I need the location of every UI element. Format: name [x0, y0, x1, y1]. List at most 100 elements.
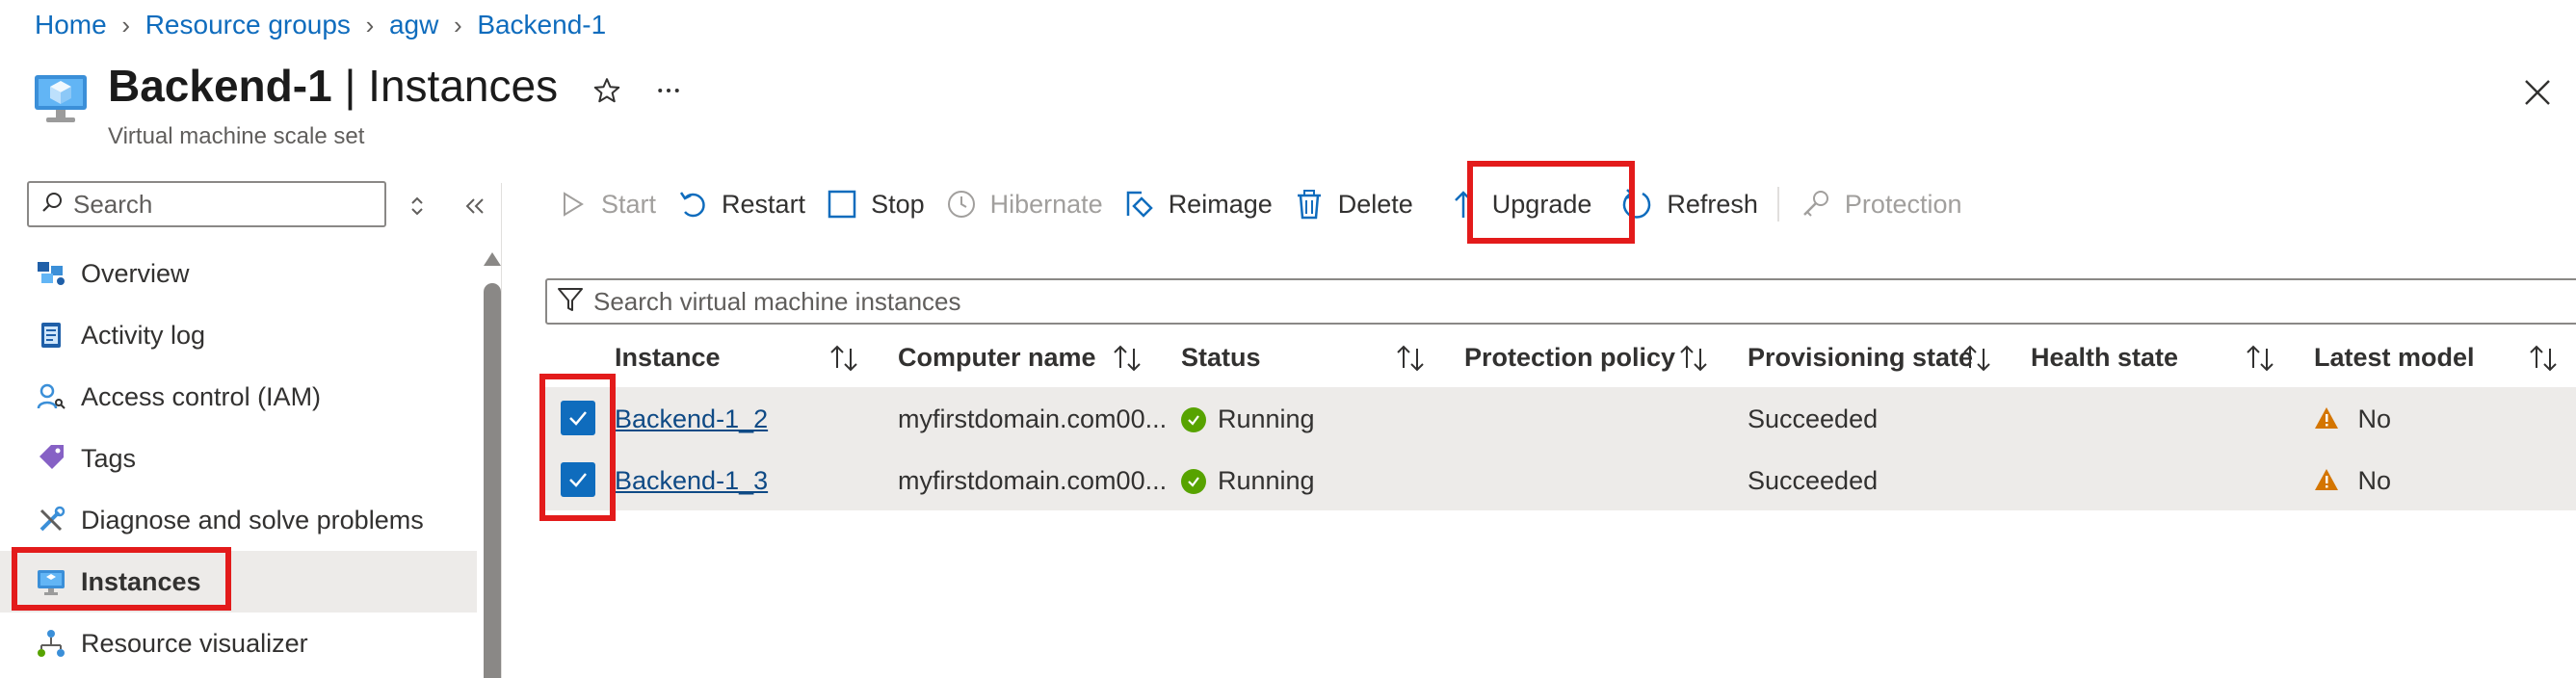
sidebar-search-input[interactable] [73, 189, 381, 220]
restart-button[interactable]: Restart [666, 177, 815, 231]
sidebar-item-instances[interactable]: Instances [0, 551, 477, 613]
sort-icon[interactable] [2243, 341, 2277, 376]
sort-icon[interactable] [1959, 341, 1994, 376]
close-icon[interactable] [2518, 73, 2557, 112]
scroll-up-icon[interactable] [484, 252, 501, 266]
delete-button[interactable]: Delete [1282, 177, 1423, 231]
sidebar-item-resource-visualizer[interactable]: Resource visualizer [0, 613, 477, 674]
sidebar-item-diagnose[interactable]: Diagnose and solve problems [0, 489, 477, 551]
provisioning-state-cell: Succeeded [1748, 404, 1879, 433]
wrench-icon [35, 504, 67, 536]
breadcrumb-resource-groups[interactable]: Resource groups [145, 10, 351, 40]
sidebar-search[interactable] [27, 181, 386, 227]
refresh-button[interactable]: Refresh [1611, 177, 1768, 231]
latest-model-text: No [2357, 466, 2392, 495]
star-icon[interactable] [590, 73, 624, 108]
sidebar-item-label: Diagnose and solve problems [81, 505, 424, 535]
clock-icon [944, 187, 979, 222]
column-header-status[interactable]: Status [1181, 343, 1261, 373]
breadcrumb-agw[interactable]: agw [389, 10, 438, 40]
status-text: Running [1218, 466, 1315, 495]
checkmark-icon [569, 473, 587, 487]
filter-icon [557, 286, 584, 318]
sidebar-item-label: Resource visualizer [81, 628, 308, 658]
start-button[interactable]: Start [545, 177, 666, 231]
monitor-icon [35, 565, 67, 598]
sidebar-item-tags[interactable]: Tags [0, 428, 477, 489]
provisioning-state-cell: Succeeded [1748, 466, 1879, 495]
hibernate-button[interactable]: Hibernate [934, 177, 1113, 231]
sidebar-item-label: Overview [81, 258, 190, 288]
instance-search-input[interactable] [593, 286, 2424, 317]
instances-table: Instance Computer name Status Protection… [545, 329, 2576, 510]
sidebar-item-activity-log[interactable]: Activity log [0, 304, 477, 366]
sort-icon[interactable] [1676, 341, 1711, 376]
checkmark-icon [569, 411, 587, 426]
column-header-health-state[interactable]: Health state [2031, 343, 2178, 373]
sort-icon[interactable] [2526, 341, 2561, 376]
status-cell: Running [1181, 466, 1315, 496]
instance-link[interactable]: Backend-1_2 [615, 404, 768, 434]
warning-icon [2315, 407, 2338, 429]
key-icon [1799, 187, 1833, 222]
upgrade-button[interactable]: Upgrade [1436, 177, 1602, 231]
protection-button[interactable]: Protection [1789, 177, 1972, 231]
column-header-computer-name[interactable]: Computer name [898, 343, 1096, 373]
sidebar-divider [501, 183, 502, 678]
latest-model-cell: No [2314, 404, 2391, 434]
delete-label: Delete [1337, 189, 1413, 219]
column-header-protection-policy[interactable]: Protection policy [1464, 343, 1675, 373]
tag-icon [35, 442, 67, 475]
instance-link[interactable]: Backend-1_3 [615, 466, 768, 496]
table-row[interactable]: Backend-1_3 myfirstdomain.com00... Runni… [545, 449, 2576, 510]
restart-icon [675, 187, 710, 222]
stop-button[interactable]: Stop [815, 177, 934, 231]
sort-icon[interactable] [1110, 341, 1144, 376]
sidebar-item-iam[interactable]: Access control (IAM) [0, 366, 477, 428]
resource-name: Backend-1 [108, 61, 332, 111]
column-header-provisioning-state[interactable]: Provisioning state [1748, 343, 1973, 373]
table-header: Instance Computer name Status Protection… [545, 329, 2576, 387]
success-check-icon [1181, 468, 1206, 494]
sidebar-scrollbar[interactable] [484, 283, 501, 678]
column-header-latest-model[interactable]: Latest model [2314, 343, 2475, 373]
page-title: Backend-1 | Instances [108, 60, 558, 112]
table-row[interactable]: Backend-1_2 myfirstdomain.com00... Runni… [545, 387, 2576, 449]
status-cell: Running [1181, 404, 1315, 434]
sort-icon[interactable] [827, 341, 861, 376]
search-icon [40, 191, 64, 219]
row-checkbox[interactable] [561, 462, 595, 497]
chevron-right-icon: › [453, 10, 462, 39]
sidebar-item-label: Access control (IAM) [81, 381, 322, 411]
sort-icon[interactable] [1393, 341, 1428, 376]
status-text: Running [1218, 404, 1315, 433]
play-icon [555, 187, 590, 222]
section-name: Instances [368, 61, 559, 111]
sidebar-item-label: Tags [81, 443, 137, 473]
more-icon[interactable] [651, 73, 686, 108]
chevron-right-icon: › [121, 10, 131, 39]
row-checkbox[interactable] [561, 401, 595, 435]
arrow-up-icon [1446, 187, 1481, 222]
toolbar-divider [1776, 187, 1779, 222]
sidebar-item-overview[interactable]: Overview [0, 243, 477, 304]
latest-model-cell: No [2314, 466, 2391, 496]
chevron-right-icon: › [365, 10, 375, 39]
command-bar: Start Restart Stop Hibernate Reimage Del… [545, 175, 1972, 233]
breadcrumb-home[interactable]: Home [35, 10, 107, 40]
reimage-label: Reimage [1168, 189, 1273, 219]
collapse-sidebar-icon[interactable] [458, 189, 492, 223]
protection-label: Protection [1844, 189, 1962, 219]
trash-icon [1292, 187, 1327, 222]
instance-search[interactable] [545, 278, 2576, 325]
refresh-icon [1620, 187, 1655, 222]
sidebar-item-label: Activity log [81, 320, 206, 350]
breadcrumb-backend-1[interactable]: Backend-1 [477, 10, 606, 40]
activity-log-icon [35, 319, 67, 352]
breadcrumb: Home › Resource groups › agw › Backend-1 [35, 10, 606, 40]
sidebar-item-label: Instances [81, 566, 201, 596]
expand-collapse-icon[interactable] [400, 189, 434, 223]
computer-name-cell: myfirstdomain.com00... [898, 466, 1168, 495]
column-header-instance[interactable]: Instance [615, 343, 721, 373]
reimage-button[interactable]: Reimage [1113, 177, 1282, 231]
